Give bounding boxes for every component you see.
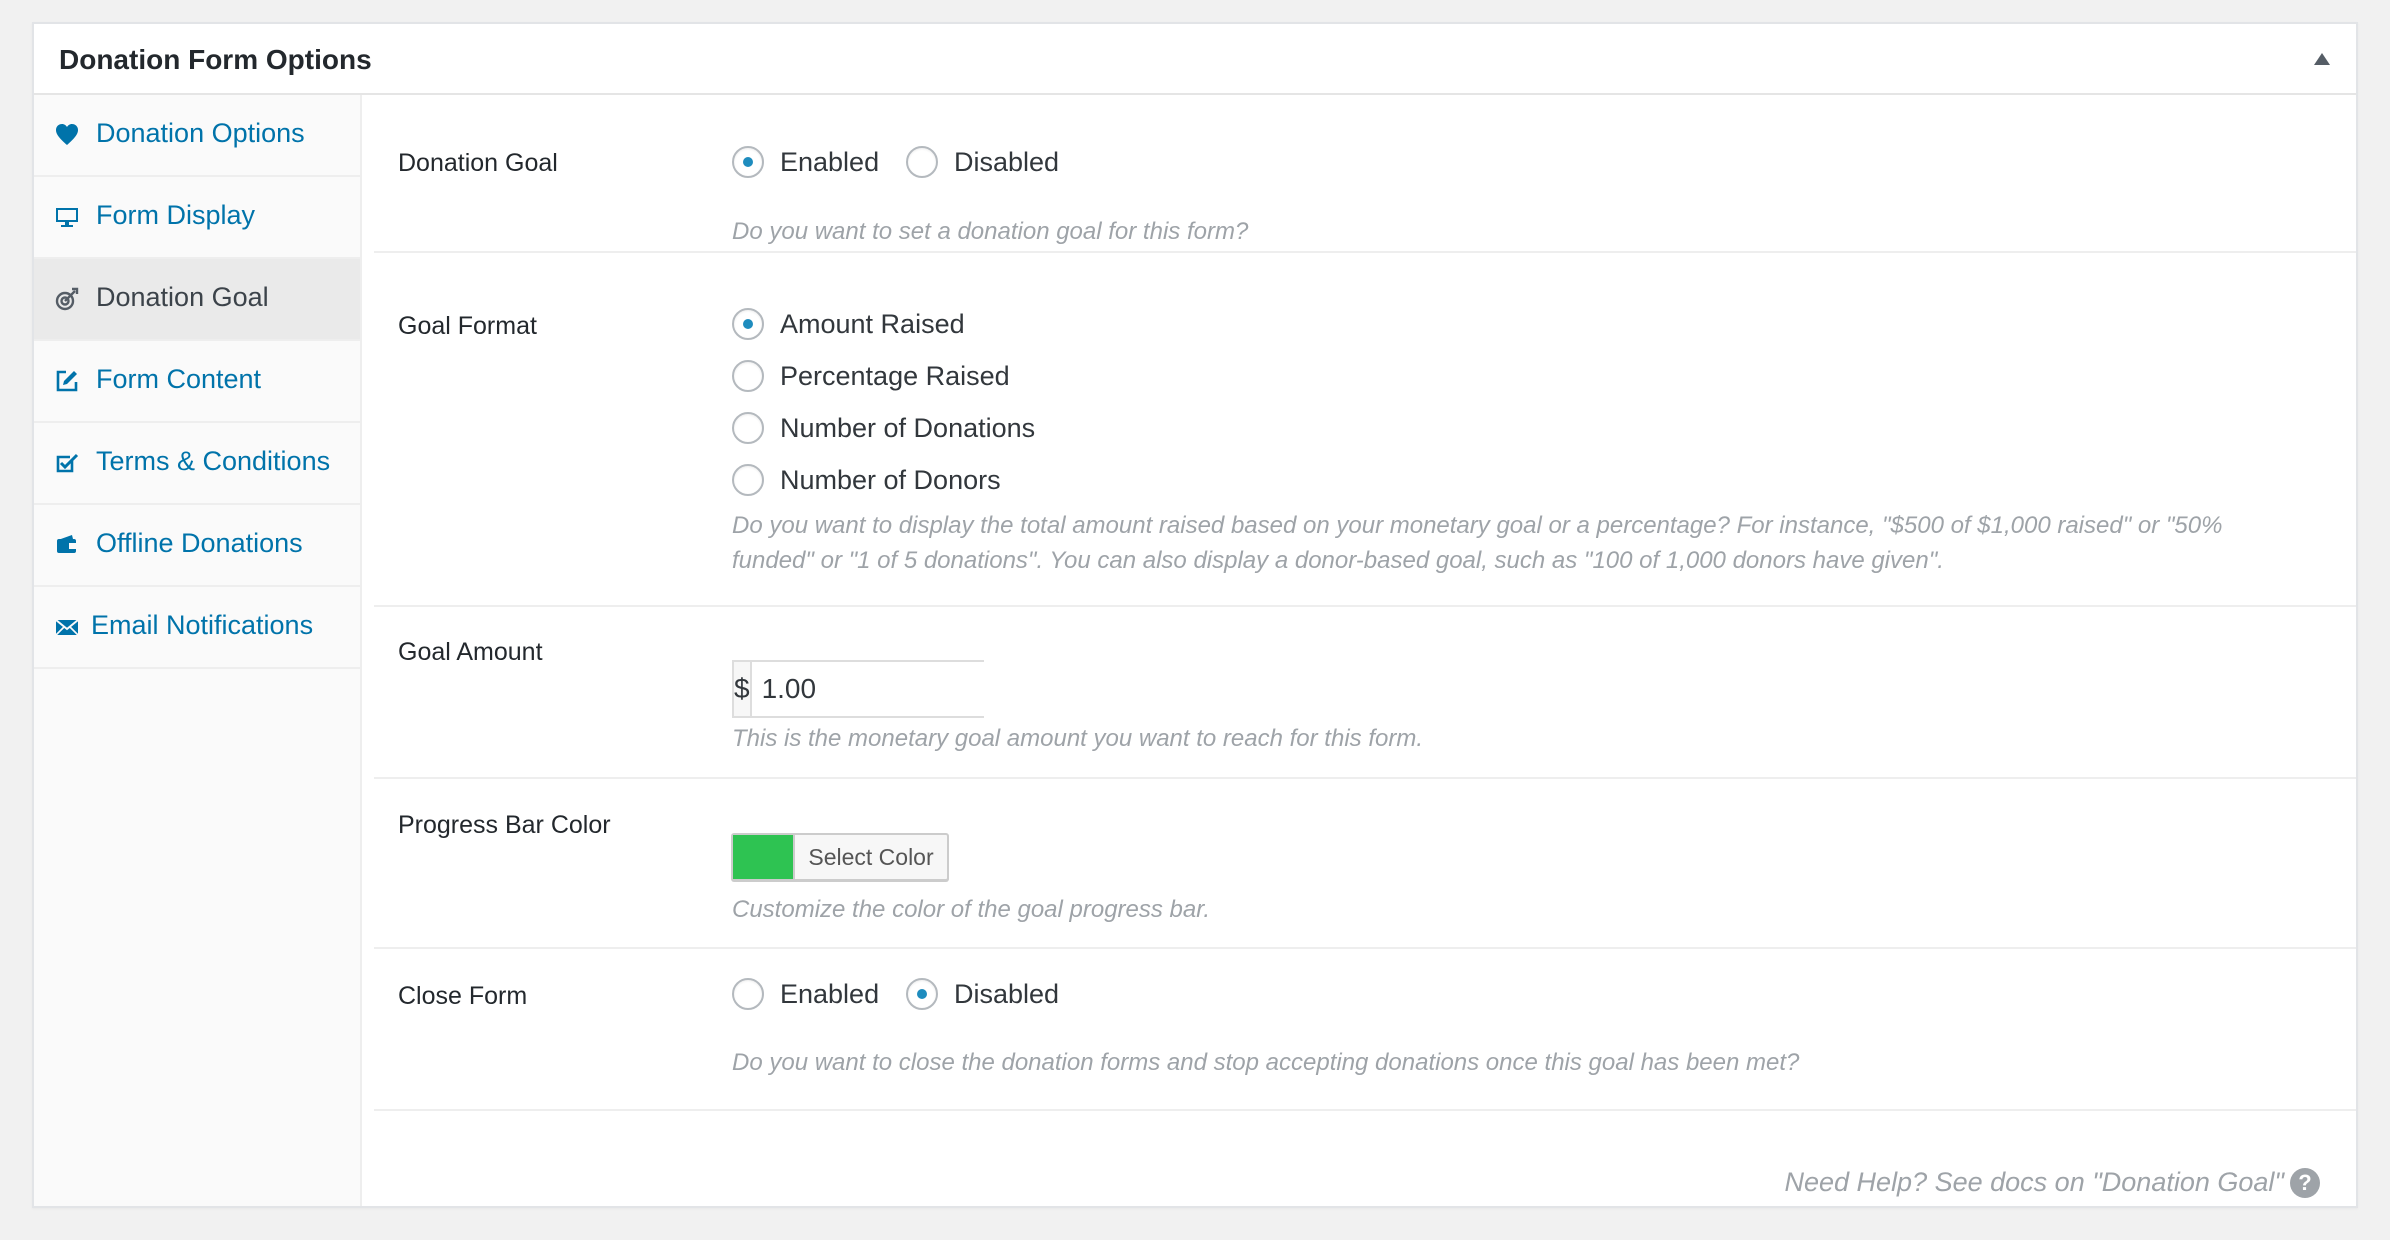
goal-amount-input[interactable] <box>751 662 1123 716</box>
radio-label: Number of Donors <box>780 464 1001 495</box>
color-swatch <box>733 835 795 879</box>
radio-label: Enabled <box>780 146 880 177</box>
sidebar-item-donation-options[interactable]: Donation Options <box>34 95 360 177</box>
help-text: Need Help? See docs on "Donation Goal" <box>1784 1167 2285 1197</box>
goal-amount-field: $ <box>732 660 1123 718</box>
edit-icon <box>56 370 78 392</box>
sidebar-item-form-display[interactable]: Form Display <box>34 177 360 259</box>
field-label: Goal Amount <box>398 638 543 666</box>
field-description: Customize the color of the goal progress… <box>732 896 1211 923</box>
sidebar-item-label: Form Content <box>96 364 262 394</box>
field-description: Do you want to set a donation goal for t… <box>732 218 1249 245</box>
sidebar-item-email-notifications[interactable]: Email Notifications <box>34 587 360 669</box>
select-color-label: Select Color <box>808 843 934 870</box>
radio-label: Enabled <box>780 978 880 1009</box>
close-form-enabled-radio[interactable]: Enabled <box>732 978 879 1010</box>
help-question-icon[interactable]: ? <box>2290 1167 2320 1198</box>
goal-format-number-of-donors-radio[interactable]: Number of Donors <box>732 464 1001 496</box>
sidebar-item-label: Donation Goal <box>96 282 269 312</box>
radio-button[interactable] <box>732 308 764 340</box>
options-content: Donation Goal Enabled Disabled Do you wa… <box>374 95 2356 1206</box>
sidebar-item-offline-donations[interactable]: Offline Donations <box>34 505 360 587</box>
options-sidebar: Donation Options Form Display Donation G… <box>34 95 362 1206</box>
donation-goal-enabled-radio[interactable]: Enabled <box>732 146 879 178</box>
field-description: This is the monetary goal amount you wan… <box>732 725 1423 752</box>
sidebar-item-label: Form Display <box>96 200 256 230</box>
radio-button[interactable] <box>732 146 764 178</box>
sidebar-item-label: Donation Options <box>96 118 305 148</box>
checkbox-icon <box>56 453 79 473</box>
goal-format-amount-raised-radio[interactable]: Amount Raised <box>732 308 965 340</box>
envelope-icon <box>55 619 79 636</box>
panel-header: Donation Form Options <box>34 24 2356 95</box>
donation-goal-row: Donation Goal Enabled Disabled Do you wa… <box>374 95 2356 253</box>
donation-goal-disabled-radio[interactable]: Disabled <box>906 146 1059 178</box>
goal-format-percentage-raised-radio[interactable]: Percentage Raised <box>732 360 1010 392</box>
progress-bar-color-row: Progress Bar Color <box>374 779 2356 949</box>
goal-format-number-of-donations-radio[interactable]: Number of Donations <box>732 412 1035 444</box>
field-description-line: Do you want to display the total amount … <box>732 512 2223 539</box>
close-form-disabled-radio[interactable]: Disabled <box>906 978 1059 1010</box>
heart-icon <box>56 124 78 145</box>
donation-form-options-panel: Donation Form Options Donation Options F… <box>32 22 2358 1208</box>
currency-symbol: $ <box>734 662 752 716</box>
field-description: Do you want to close the donation forms … <box>732 1049 1800 1076</box>
radio-button[interactable] <box>732 360 764 392</box>
field-label: Donation Goal <box>398 149 558 177</box>
radio-button[interactable] <box>732 978 764 1010</box>
radio-button[interactable] <box>906 978 938 1010</box>
radio-button[interactable] <box>732 464 764 496</box>
select-color-button[interactable]: Select Color <box>731 833 949 881</box>
sidebar-item-label: Email Notifications <box>91 610 314 640</box>
sidebar-item-label: Offline Donations <box>96 528 303 558</box>
collapse-arrow-icon[interactable] <box>2314 53 2330 65</box>
close-form-row: Close Form Enabled Disabled Do you want … <box>374 949 2356 1111</box>
goal-format-row: Goal Format Amount Raised Percentage Rai… <box>374 253 2356 607</box>
radio-label: Disabled <box>954 146 1060 177</box>
field-label: Goal Format <box>398 312 537 340</box>
sidebar-item-terms-conditions[interactable]: Terms & Conditions <box>34 423 360 505</box>
radio-button[interactable] <box>906 146 938 178</box>
wallet-icon <box>57 535 76 553</box>
radio-button[interactable] <box>732 412 764 444</box>
monitor-icon <box>56 208 78 227</box>
sidebar-item-form-content[interactable]: Form Content <box>34 341 360 423</box>
help-link[interactable]: Need Help? See docs on "Donation Goal" ? <box>1784 1167 2320 1198</box>
radio-label: Disabled <box>954 978 1060 1009</box>
radio-label: Number of Donations <box>780 412 1036 443</box>
field-label: Progress Bar Color <box>398 811 611 839</box>
field-description-line: funded" or "1 of 5 donations". You can a… <box>732 547 1944 574</box>
sidebar-item-donation-goal[interactable]: Donation Goal <box>34 259 360 341</box>
target-icon <box>55 287 79 311</box>
field-label: Close Form <box>398 982 528 1010</box>
sidebar-item-label: Terms & Conditions <box>96 446 331 476</box>
panel-title: Donation Form Options <box>59 44 372 75</box>
radio-label: Amount Raised <box>780 308 965 339</box>
radio-label: Percentage Raised <box>780 360 1010 391</box>
